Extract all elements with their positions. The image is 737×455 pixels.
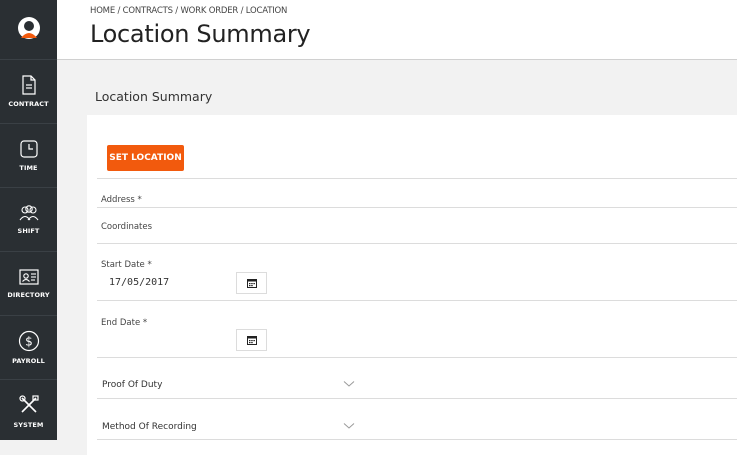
nav-item-directory[interactable]: DIRECTORY [0,251,57,315]
chevron-down-icon [343,423,355,429]
proof-of-duty-label: Proof Of Duty [102,380,163,390]
start-date-underline [97,300,737,301]
tools-icon [18,395,39,413]
end-date-underline [97,357,737,358]
nav-label-directory: DIRECTORY [7,291,50,299]
nav-label-contract: CONTRACT [8,100,49,108]
end-date-label: End Date * [101,318,148,328]
set-location-button[interactable]: SET LOCATION [107,145,184,171]
nav-item-contract[interactable]: CONTRACT [0,59,57,123]
chevron-down-icon [343,381,355,387]
form-card [87,115,737,455]
calendar-icon [246,336,257,345]
nav-label-system: SYSTEM [13,421,44,429]
breadcrumb[interactable]: HOME / CONTRACTS / WORK ORDER / LOCATION [90,6,287,16]
coordinates-label: Coordinates [101,222,153,232]
nav-label-shift: SHIFT [17,227,40,235]
coordinates-field-underline[interactable] [97,243,737,244]
dollar-icon: $ [18,330,39,352]
sidebar: CONTRACT TIME SHIFT DIRECTORY $ PAYROLL … [0,0,57,440]
method-of-recording-label: Method Of Recording [102,422,197,432]
calendar-icon [246,279,257,288]
app-logo[interactable] [0,0,57,57]
proof-of-duty-select[interactable]: Proof Of Duty [102,376,355,396]
people-icon [19,205,38,221]
nav-item-shift[interactable]: SHIFT [0,187,57,251]
clock-icon [19,140,38,158]
nav-label-time: TIME [19,164,38,172]
start-date-input[interactable]: 17/05/2017 [109,277,169,288]
address-field-underline[interactable] [97,207,737,208]
page-header: HOME / CONTRACTS / WORK ORDER / LOCATION… [57,0,737,60]
start-date-calendar-button[interactable] [236,272,267,294]
end-date-calendar-button[interactable] [236,329,267,351]
contact-card-icon [18,269,39,285]
nav-label-payroll: PAYROLL [12,357,45,365]
address-label: Address * [101,195,142,205]
section-title: Location Summary [95,89,213,104]
nav-item-payroll[interactable]: $ PAYROLL [0,315,57,379]
logo-icon [17,16,40,39]
page-title: Location Summary [90,20,311,48]
method-of-recording-select[interactable]: Method Of Recording [102,418,355,438]
start-date-label: Start Date * [101,260,152,270]
nav-item-time[interactable]: TIME [0,123,57,187]
svg-text:$: $ [25,335,33,349]
document-icon [21,75,36,95]
divider [97,178,737,179]
nav-item-system[interactable]: SYSTEM [0,379,57,443]
proof-of-duty-underline [97,398,737,399]
